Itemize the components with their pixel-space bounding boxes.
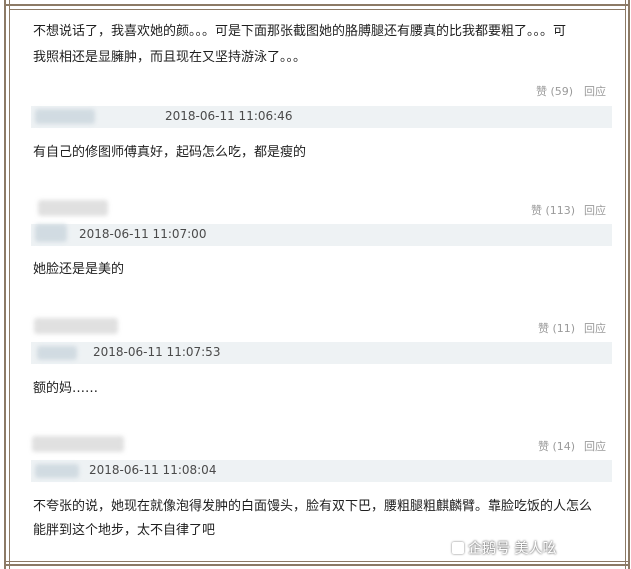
penguin-logo-icon xyxy=(452,542,464,554)
comment-meta-bar: 2018-06-11 11:06:46 xyxy=(31,106,612,128)
comment-timestamp: 2018-06-11 11:08:04 xyxy=(89,463,217,477)
comment-meta-bar: 2018-06-11 11:07:53 xyxy=(31,342,612,364)
reply-button[interactable]: 回应 xyxy=(584,202,606,218)
like-button[interactable]: 赞 (59) xyxy=(536,83,573,99)
comment-text: 不夸张的说，她现在就像泡得发肿的白面馒头，脸有双下巴，腰粗腿粗麒麟臂。靠脸吃饭的… xyxy=(33,499,593,514)
comment-meta-bar: 2018-06-11 11:07:00 xyxy=(31,224,612,246)
comment-timestamp: 2018-06-11 11:07:53 xyxy=(93,345,221,359)
comment-actions: 赞 (59) 回应 xyxy=(500,83,612,99)
watermark: 企鹅号 美人吆 xyxy=(452,538,556,558)
comment-timestamp: 2018-06-11 11:07:00 xyxy=(79,227,207,241)
reply-button[interactable]: 回应 xyxy=(584,438,606,454)
comment-actions: 赞 (11) 回应 xyxy=(500,320,612,336)
comment-actions: 赞 (113) 回应 xyxy=(500,202,612,218)
comment-text: 能胖到这个地步，太不自律了吧 xyxy=(33,523,216,538)
reply-button[interactable]: 回应 xyxy=(584,320,606,336)
avatar xyxy=(35,109,95,124)
avatar xyxy=(35,464,79,478)
comment-text: 不想说话了，我喜欢她的颜。。。可是下面那张截图她的胳膊腿还有腰真的比我都要粗了。… xyxy=(33,24,567,39)
like-button[interactable]: 赞 (11) xyxy=(538,320,575,336)
comment-text: 额的妈…… xyxy=(33,381,99,396)
reply-button[interactable]: 回应 xyxy=(584,83,606,99)
comment-text: 我照相还是显臃肿，而且现在又坚持游泳了。。。 xyxy=(33,50,307,65)
username xyxy=(38,200,108,216)
comment-meta-bar: 2018-06-11 11:08:04 xyxy=(31,460,612,482)
comment-timestamp: 2018-06-11 11:06:46 xyxy=(165,109,293,123)
comment-actions: 赞 (14) 回应 xyxy=(500,438,612,454)
watermark-text: 企鹅号 美人吆 xyxy=(468,541,557,557)
comment-text: 她脸还是是美的 xyxy=(33,262,125,277)
like-button[interactable]: 赞 (14) xyxy=(538,438,575,454)
username xyxy=(32,436,124,452)
like-button[interactable]: 赞 (113) xyxy=(531,202,575,218)
username xyxy=(34,318,118,334)
avatar xyxy=(35,224,67,242)
avatar xyxy=(37,346,77,360)
comment-text: 有自己的修图师傅真好，起码怎么吃，都是瘦的 xyxy=(33,145,307,160)
